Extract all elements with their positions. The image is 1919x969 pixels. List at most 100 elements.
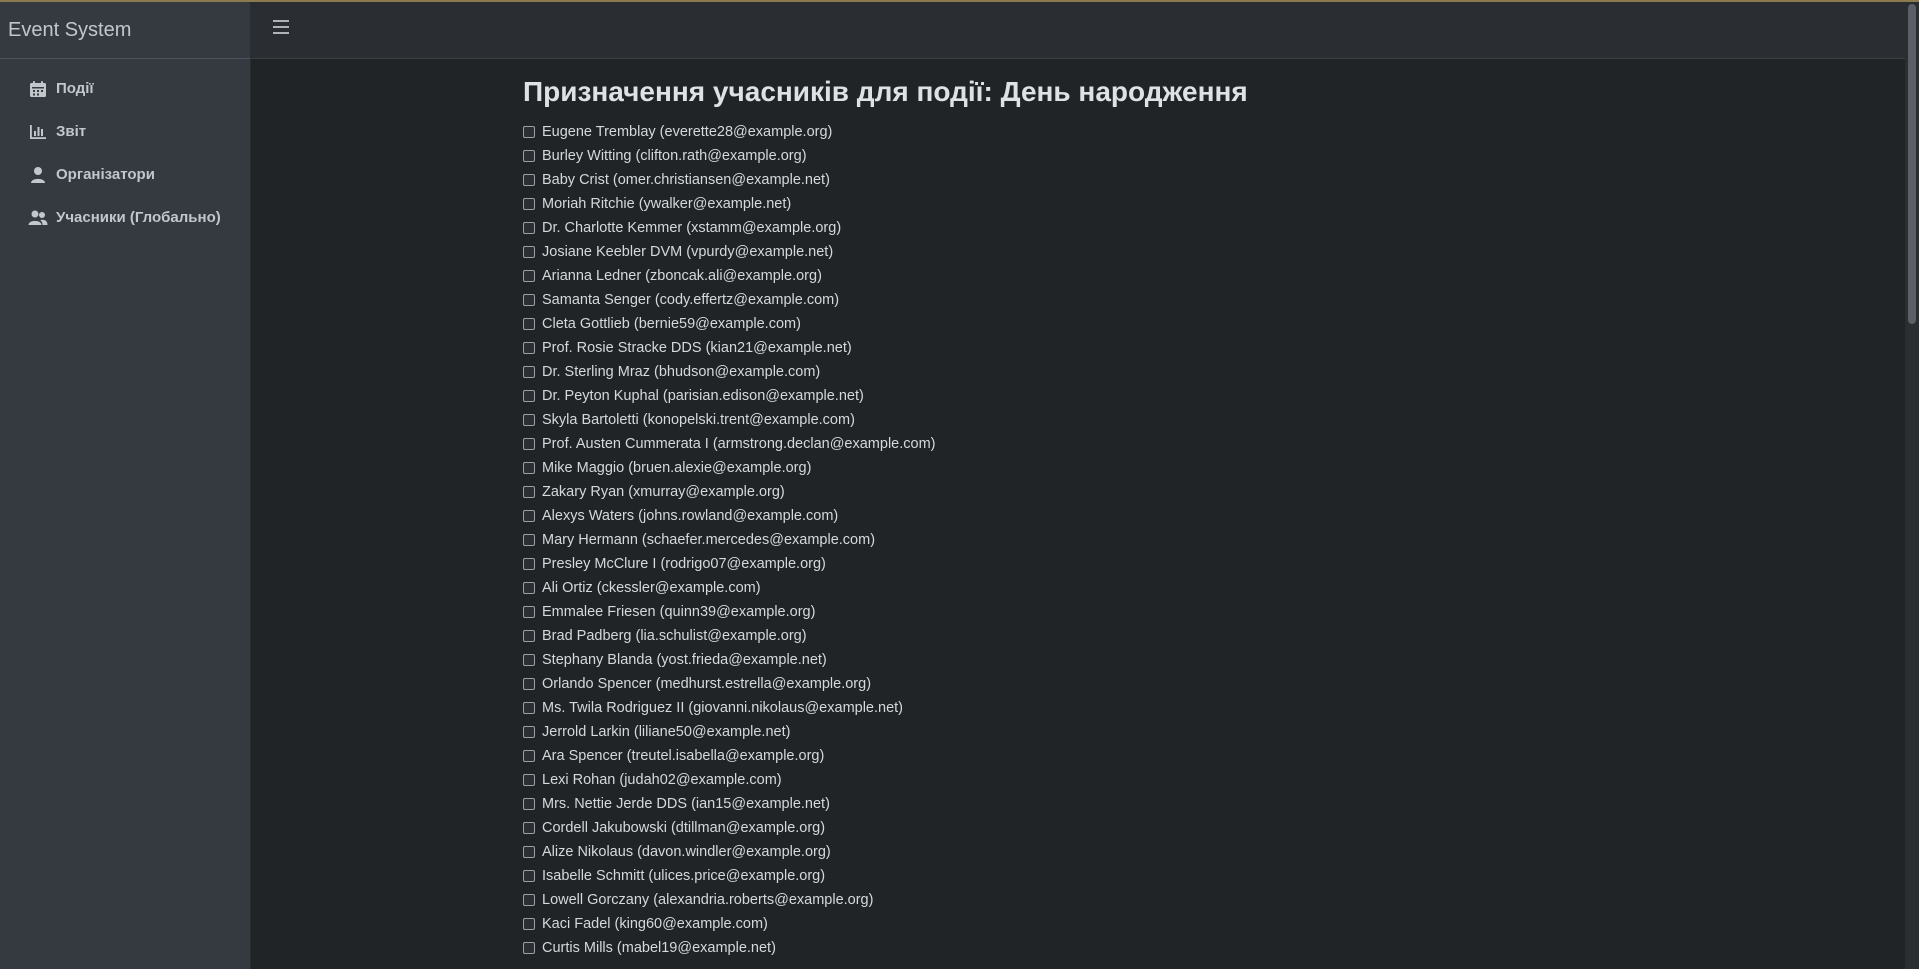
participant-row[interactable]: Prof. Rosie Stracke DDS (kian21@example.…: [523, 336, 1823, 360]
participant-row[interactable]: Skyla Bartoletti (konopelski.trent@examp…: [523, 408, 1823, 432]
participant-row[interactable]: Stephany Blanda (yost.frieda@example.net…: [523, 648, 1823, 672]
participant-row[interactable]: Cleta Gottlieb (bernie59@example.com): [523, 312, 1823, 336]
participant-row[interactable]: Moriah Ritchie (ywalker@example.net): [523, 192, 1823, 216]
participant-row[interactable]: Kaci Fadel (king60@example.com): [523, 912, 1823, 936]
participant-checkbox[interactable]: [523, 750, 535, 762]
participant-checkbox[interactable]: [523, 678, 535, 690]
participant-checkbox[interactable]: [523, 846, 535, 858]
participant-row[interactable]: Brad Padberg (lia.schulist@example.org): [523, 624, 1823, 648]
participant-checkbox[interactable]: [523, 654, 535, 666]
participant-checkbox[interactable]: [523, 174, 535, 186]
participant-checkbox[interactable]: [523, 318, 535, 330]
participant-label: Kaci Fadel (king60@example.com): [542, 916, 768, 932]
participant-row[interactable]: Josiane Keebler DVM (vpurdy@example.net): [523, 240, 1823, 264]
participant-checkbox[interactable]: [523, 558, 535, 570]
users-icon: [28, 210, 48, 225]
participant-row[interactable]: Arianna Ledner (zboncak.ali@example.org): [523, 264, 1823, 288]
sidebar-item-report[interactable]: Звіт: [0, 110, 250, 153]
participant-row[interactable]: Dr. Peyton Kuphal (parisian.edison@examp…: [523, 384, 1823, 408]
participant-row[interactable]: Cordell Jakubowski (dtillman@example.org…: [523, 816, 1823, 840]
participant-checkbox[interactable]: [523, 534, 535, 546]
participant-label: Jerrold Larkin (liliane50@example.net): [542, 724, 791, 740]
participant-checkbox[interactable]: [523, 582, 535, 594]
participant-label: Moriah Ritchie (ywalker@example.net): [542, 196, 792, 212]
participant-checkbox[interactable]: [523, 822, 535, 834]
participant-row[interactable]: Lowell Gorczany (alexandria.roberts@exam…: [523, 888, 1823, 912]
participant-checkbox[interactable]: [523, 726, 535, 738]
participant-checkbox[interactable]: [523, 150, 535, 162]
participant-row[interactable]: Ali Ortiz (ckessler@example.com): [523, 576, 1823, 600]
participant-checkbox[interactable]: [523, 246, 535, 258]
participant-row[interactable]: Dr. Sterling Mraz (bhudson@example.com): [523, 360, 1823, 384]
participant-checkbox[interactable]: [523, 798, 535, 810]
participant-checkbox[interactable]: [523, 198, 535, 210]
participant-checkbox[interactable]: [523, 342, 535, 354]
participant-row[interactable]: Samanta Senger (cody.effertz@example.com…: [523, 288, 1823, 312]
participant-row[interactable]: Curtis Mills (mabel19@example.net): [523, 936, 1823, 960]
participant-checkbox[interactable]: [523, 390, 535, 402]
menu-toggle-icon[interactable]: [273, 20, 289, 36]
participant-row[interactable]: Baby Crist (omer.christiansen@example.ne…: [523, 168, 1823, 192]
participant-row[interactable]: Alexys Waters (johns.rowland@example.com…: [523, 504, 1823, 528]
participant-checkbox[interactable]: [523, 126, 535, 138]
participant-row[interactable]: Presley McClure I (rodrigo07@example.org…: [523, 552, 1823, 576]
sidebar-item-participants-global[interactable]: Учасники (Глобально): [0, 196, 250, 239]
participant-label: Lexi Rohan (judah02@example.com): [542, 772, 782, 788]
participant-checkbox[interactable]: [523, 894, 535, 906]
participant-row[interactable]: Zakary Ryan (xmurray@example.org): [523, 480, 1823, 504]
sidebar-item-label: Організатори: [56, 166, 155, 183]
participant-label: Zakary Ryan (xmurray@example.org): [542, 484, 785, 500]
participant-checkbox[interactable]: [523, 294, 535, 306]
participant-label: Mary Hermann (schaefer.mercedes@example.…: [542, 532, 876, 548]
participant-checkbox[interactable]: [523, 270, 535, 282]
brand-title[interactable]: Event System: [0, 2, 250, 59]
participant-label: Isabelle Schmitt (ulices.price@example.o…: [542, 868, 826, 884]
participant-row[interactable]: Burley Witting (clifton.rath@example.org…: [523, 144, 1823, 168]
participant-checkbox[interactable]: [523, 486, 535, 498]
participant-row[interactable]: Jerrold Larkin (liliane50@example.net): [523, 720, 1823, 744]
participant-label: Dr. Peyton Kuphal (parisian.edison@examp…: [542, 388, 864, 404]
participant-row[interactable]: Dr. Charlotte Kemmer (xstamm@example.org…: [523, 216, 1823, 240]
participant-checkbox[interactable]: [523, 606, 535, 618]
participant-label: Ms. Twila Rodriguez II (giovanni.nikolau…: [542, 700, 904, 716]
participant-checkbox[interactable]: [523, 774, 535, 786]
participant-row[interactable]: Mary Hermann (schaefer.mercedes@example.…: [523, 528, 1823, 552]
participant-checkbox[interactable]: [523, 414, 535, 426]
participant-label: Mrs. Nettie Jerde DDS (ian15@example.net…: [542, 796, 830, 812]
participant-checkbox[interactable]: [523, 870, 535, 882]
participant-row[interactable]: Ms. Twila Rodriguez II (giovanni.nikolau…: [523, 696, 1823, 720]
participant-checkbox[interactable]: [523, 222, 535, 234]
participant-label: Ara Spencer (treutel.isabella@example.or…: [542, 748, 825, 764]
sidebar-item-events[interactable]: Події: [0, 67, 250, 110]
participant-row[interactable]: Orlando Spencer (medhurst.estrella@examp…: [523, 672, 1823, 696]
sidebar-item-organizers[interactable]: Організатори: [0, 153, 250, 196]
participant-label: Cordell Jakubowski (dtillman@example.org…: [542, 820, 826, 836]
participant-row[interactable]: Mrs. Nettie Jerde DDS (ian15@example.net…: [523, 792, 1823, 816]
participant-list: Eugene Tremblay (everette28@example.org)…: [523, 120, 1823, 960]
participant-row[interactable]: Isabelle Schmitt (ulices.price@example.o…: [523, 864, 1823, 888]
participant-checkbox[interactable]: [523, 702, 535, 714]
participant-label: Orlando Spencer (medhurst.estrella@examp…: [542, 676, 872, 692]
participant-checkbox[interactable]: [523, 438, 535, 450]
participant-label: Samanta Senger (cody.effertz@example.com…: [542, 292, 840, 308]
participant-row[interactable]: Emmalee Friesen (quinn39@example.org): [523, 600, 1823, 624]
participant-row[interactable]: Eugene Tremblay (everette28@example.org): [523, 120, 1823, 144]
page-scrollbar[interactable]: [1905, 2, 1919, 969]
participant-row[interactable]: Prof. Austen Cummerata I (armstrong.decl…: [523, 432, 1823, 456]
participant-row[interactable]: Alize Nikolaus (davon.windler@example.or…: [523, 840, 1823, 864]
participant-label: Brad Padberg (lia.schulist@example.org): [542, 628, 807, 644]
participant-label: Dr. Charlotte Kemmer (xstamm@example.org…: [542, 220, 842, 236]
scrollbar-thumb[interactable]: [1908, 4, 1916, 324]
participant-checkbox[interactable]: [523, 630, 535, 642]
participant-label: Mike Maggio (bruen.alexie@example.org): [542, 460, 812, 476]
participant-checkbox[interactable]: [523, 510, 535, 522]
participant-row[interactable]: Mike Maggio (bruen.alexie@example.org): [523, 456, 1823, 480]
participant-checkbox[interactable]: [523, 366, 535, 378]
participant-checkbox[interactable]: [523, 918, 535, 930]
participant-label: Alize Nikolaus (davon.windler@example.or…: [542, 844, 831, 860]
participant-checkbox[interactable]: [523, 942, 535, 954]
participant-label: Cleta Gottlieb (bernie59@example.com): [542, 316, 801, 332]
participant-row[interactable]: Lexi Rohan (judah02@example.com): [523, 768, 1823, 792]
participant-checkbox[interactable]: [523, 462, 535, 474]
participant-row[interactable]: Ara Spencer (treutel.isabella@example.or…: [523, 744, 1823, 768]
